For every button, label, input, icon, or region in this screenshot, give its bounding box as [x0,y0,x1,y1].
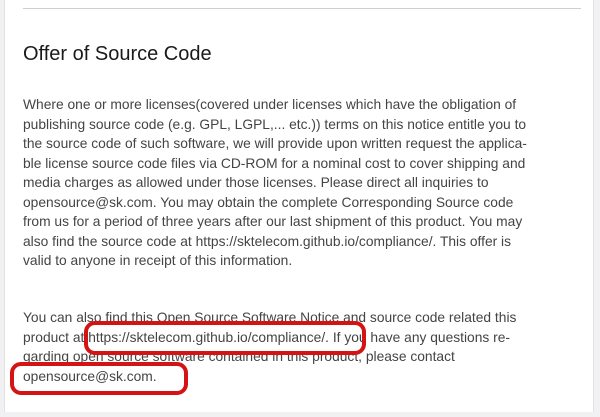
paragraph-line: garding open source software contained i… [23,349,455,364]
contact-paragraph: You can also find this Open Source Softw… [23,308,579,386]
paragraph-line: publishing source code (e.g. GPL, LGPL,.… [23,116,527,132]
paragraph-line: media charges as allowed under those lic… [23,175,489,190]
paragraph-line: ble license source code files via CD-ROM… [23,155,526,171]
paragraph-line: Where one or more licenses(covered under… [23,97,517,112]
paragraph-line: valid to anyone in receipt of this infor… [23,253,293,268]
offer-paragraph: Where one or more licenses(covered under… [23,95,579,271]
paragraph-line: from us for a period of three years afte… [23,214,523,229]
paragraph-line: opensource@sk.com. You may obtain the co… [23,194,514,210]
notice-panel: Offer of Source Code Where one or more l… [4,0,594,412]
paragraph-line: also find the source code at https://skt… [23,233,512,249]
top-divider [23,8,581,9]
notice-page: Offer of Source Code Where one or more l… [0,0,600,417]
section-title: Offer of Source Code [23,43,212,65]
bottom-strip [0,412,600,417]
paragraph-line: You can also find this Open Source Softw… [23,310,517,325]
paragraph-line-with-link: product at https://sktelecom.github.io/c… [23,329,510,345]
paragraph-line: the source code of such software, we wil… [23,136,527,151]
contact-email[interactable]: opensource@sk.com. [23,367,579,387]
